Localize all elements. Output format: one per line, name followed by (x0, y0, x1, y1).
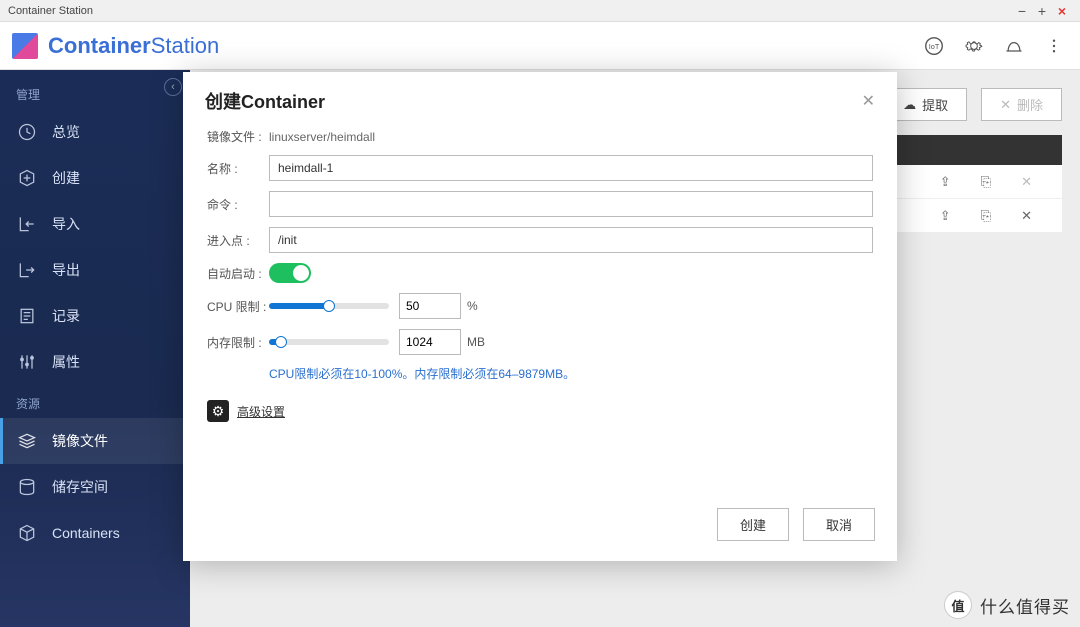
advanced-settings-label: 高级设置 (237, 403, 285, 420)
iot-icon[interactable]: IoT (920, 32, 948, 60)
advanced-settings-link[interactable]: ⚙ 高级设置 (207, 400, 873, 422)
memory-slider[interactable] (269, 339, 389, 345)
watermark-text: 什么值得买 (980, 593, 1070, 618)
window-close-button[interactable]: × (1052, 3, 1072, 19)
autostart-label: 自动启动 : (207, 265, 269, 282)
memory-input[interactable] (399, 329, 461, 355)
cpu-label: CPU 限制 : (207, 298, 269, 315)
more-icon[interactable] (1040, 32, 1068, 60)
watermark: 值 什么值得买 (944, 591, 1070, 619)
watermark-icon: 值 (944, 591, 972, 619)
entrypoint-input[interactable] (269, 227, 873, 253)
brand-thin: Station (151, 33, 220, 58)
cpu-slider[interactable] (269, 303, 389, 309)
command-input[interactable] (269, 191, 873, 217)
app-brand: ContainerStation (48, 33, 219, 59)
modal-overlay: 创建Container ✕ 镜像文件 : linuxserver/heimdal… (0, 70, 1080, 627)
window-title: Container Station (8, 5, 1012, 17)
cpu-input[interactable] (399, 293, 461, 319)
cancel-button[interactable]: 取消 (803, 508, 875, 541)
create-button[interactable]: 创建 (717, 508, 789, 541)
memory-label: 内存限制 : (207, 334, 269, 351)
window-maximize-button[interactable]: + (1032, 3, 1052, 19)
entrypoint-label: 进入点 : (207, 232, 269, 249)
brand-bold: Container (48, 33, 151, 58)
gear-icon: ⚙ (207, 400, 229, 422)
command-label: 命令 : (207, 196, 269, 213)
window-minimize-button[interactable]: − (1012, 3, 1032, 19)
settings-icon[interactable] (960, 32, 988, 60)
image-value: linuxserver/heimdall (269, 130, 375, 144)
memory-unit: MB (467, 335, 485, 349)
create-container-modal: 创建Container ✕ 镜像文件 : linuxserver/heimdal… (183, 72, 897, 561)
image-label: 镜像文件 : (207, 128, 269, 145)
name-label: 名称 : (207, 160, 269, 177)
name-input[interactable] (269, 155, 873, 181)
cpu-unit: % (467, 299, 478, 313)
modal-close-button[interactable]: ✕ (862, 91, 875, 111)
limits-hint: CPU限制必须在10-100%。内存限制必须在64–9879MB。 (269, 365, 873, 382)
modal-title: 创建Container (205, 88, 325, 114)
app-topbar: ContainerStation IoT (0, 22, 1080, 70)
os-titlebar: Container Station − + × (0, 0, 1080, 22)
autostart-toggle[interactable] (269, 263, 311, 283)
svg-text:IoT: IoT (929, 41, 940, 50)
app-logo-icon (12, 33, 38, 59)
activity-icon[interactable] (1000, 32, 1028, 60)
